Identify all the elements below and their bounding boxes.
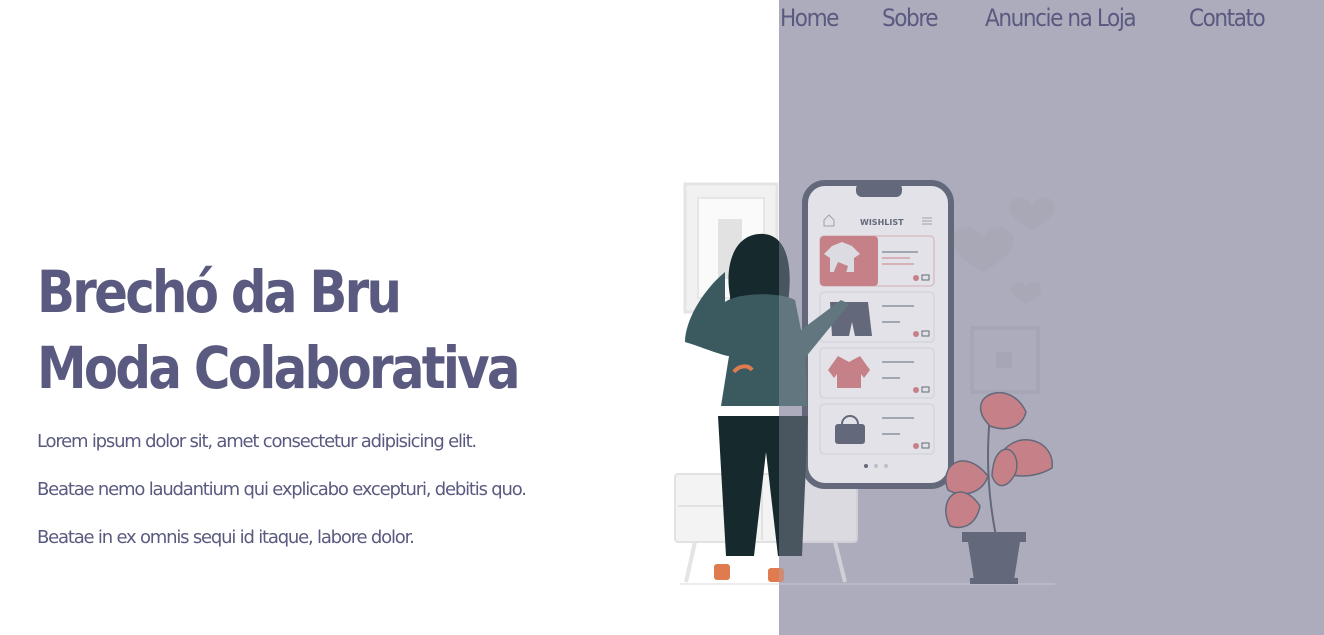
hero-title: Brechó da Bru Moda Colaborativa: [37, 254, 521, 406]
hero-title-line-1: Brechó da Bru: [37, 258, 402, 326]
hero-description-line-2: Beatae nemo laudantium qui explicabo exc…: [37, 479, 527, 500]
main-navigation: Home Sobre Anuncie na Loja Contato: [779, 0, 1324, 40]
landing-page: Home Sobre Anuncie na Loja Contato Brech…: [0, 0, 1324, 635]
nav-link-home[interactable]: Home: [780, 1, 839, 35]
nav-link-anuncie[interactable]: Anuncie na Loja: [985, 1, 1137, 35]
nav-link-sobre[interactable]: Sobre: [882, 1, 939, 35]
nav-link-contato[interactable]: Contato: [1189, 1, 1266, 35]
hero-title-line-2: Moda Colaborativa: [37, 334, 521, 402]
shopping-illustration: WISHLIST: [670, 176, 1070, 592]
hero-description: Lorem ipsum dolor sit, amet consectetur …: [37, 418, 537, 562]
hero-description-line-3: Beatae in ex omnis sequi id itaque, labo…: [37, 527, 415, 548]
woman-shopping-wishlist-illustration: WISHLIST: [674, 176, 1070, 592]
hero-description-line-1: Lorem ipsum dolor sit, amet consectetur …: [37, 431, 477, 452]
